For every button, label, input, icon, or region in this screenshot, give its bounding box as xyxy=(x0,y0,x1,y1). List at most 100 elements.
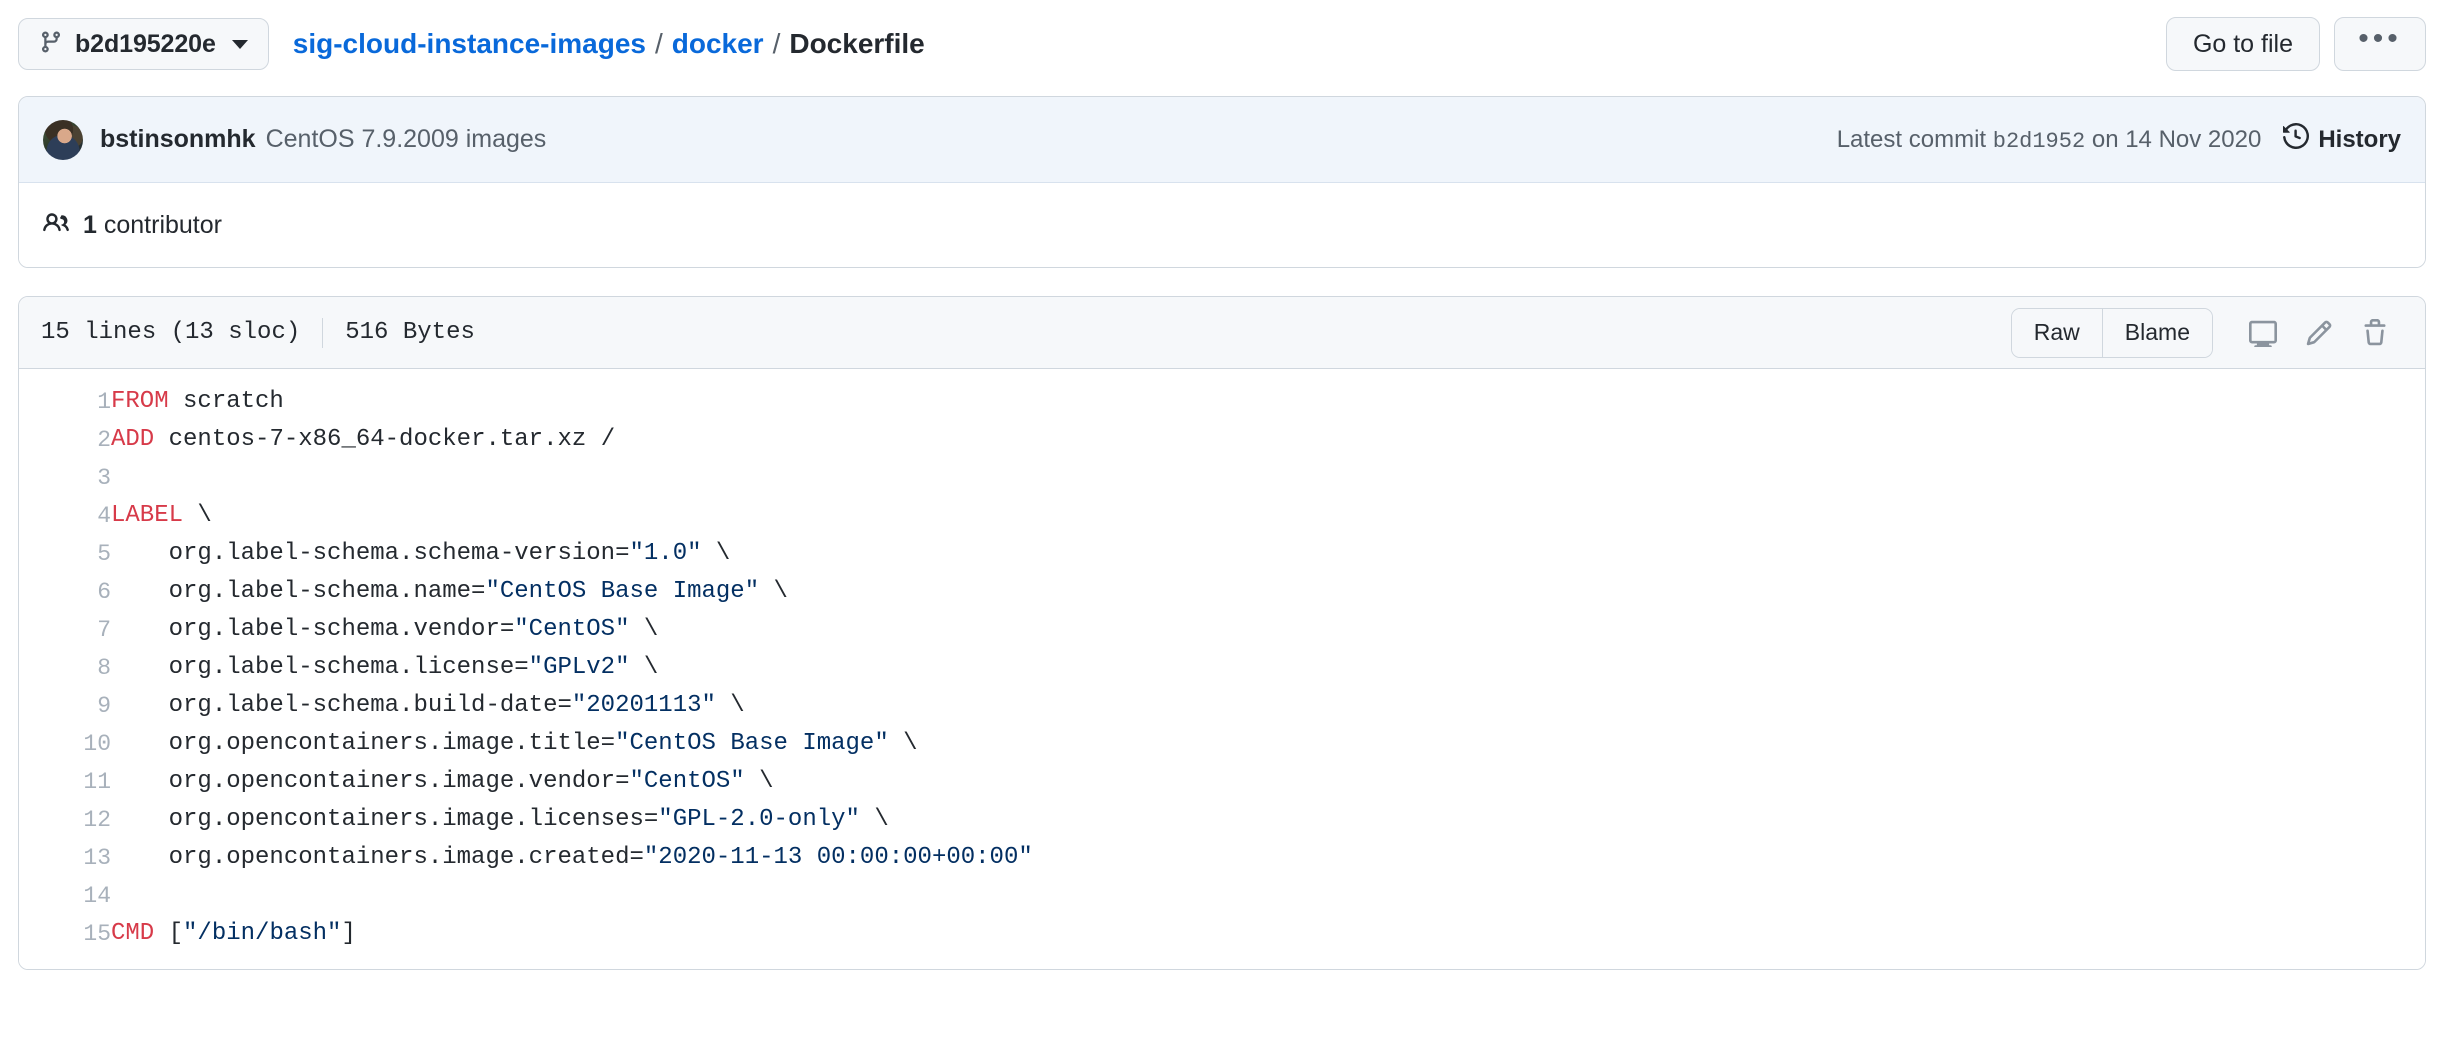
commit-author-link[interactable]: bstinsonmhk xyxy=(100,125,256,154)
code-string: "CentOS" xyxy=(514,616,630,643)
line-content: ADD centos-7-x86_64-docker.tar.xz / xyxy=(111,421,2425,459)
contributors-count-label[interactable]: 1 contributor xyxy=(83,211,222,240)
topbar-actions: Go to file ••• xyxy=(2165,17,2426,71)
commit-date: on 14 Nov 2020 xyxy=(2091,125,2262,153)
history-link[interactable]: History xyxy=(2283,122,2401,156)
code-viewer: 1 FROM scratch 2 ADD centos-7-x86_64-docker… xyxy=(19,369,2425,969)
git-branch-icon xyxy=(39,30,63,59)
code-string: "CentOS" xyxy=(629,768,745,795)
line-number[interactable]: 6 xyxy=(19,573,111,611)
line-number[interactable]: 12 xyxy=(19,801,111,839)
latest-commit-info: Latest commit b2d1952 on 14 Nov 2020 xyxy=(1837,126,2262,154)
line-number[interactable]: 9 xyxy=(19,687,111,725)
branch-selector-label: b2d195220e xyxy=(75,29,216,58)
code-line: 5 org.label-schema.schema-version="1.0" … xyxy=(19,535,2425,573)
line-content: org.label-schema.license="GPLv2" \ xyxy=(111,649,2425,687)
code-line: 4 LABEL \ xyxy=(19,497,2425,535)
line-number[interactable]: 13 xyxy=(19,839,111,877)
line-content: FROM scratch xyxy=(111,383,2425,421)
code-keyword: LABEL xyxy=(111,502,184,529)
code-text: \ xyxy=(715,692,745,719)
line-content: org.label-schema.vendor="CentOS" \ xyxy=(111,611,2425,649)
code-string: "/bin/bash" xyxy=(183,920,342,947)
chevron-down-icon xyxy=(231,39,248,49)
code-table: 1 FROM scratch 2 ADD centos-7-x86_64-docker… xyxy=(19,383,2425,953)
line-number[interactable]: 8 xyxy=(19,649,111,687)
github-file-view: b2d195220e sig-cloud-instance-images / d… xyxy=(0,0,2444,1056)
line-content xyxy=(111,877,2425,915)
more-options-button[interactable]: ••• xyxy=(2334,17,2426,71)
branch-selector-button[interactable]: b2d195220e xyxy=(18,18,269,70)
code-text: \ xyxy=(744,768,774,795)
line-content: org.label-schema.name="CentOS Base Image… xyxy=(111,573,2425,611)
code-text: ] xyxy=(341,920,356,947)
code-text: \ xyxy=(888,730,918,757)
code-string: "GPL-2.0-only" xyxy=(658,806,860,833)
latest-commit-prefix: Latest commit xyxy=(1836,125,1987,153)
breadcrumb-repo-link[interactable]: sig-cloud-instance-images xyxy=(293,28,646,60)
code-text: org.label-schema.license= xyxy=(111,654,529,681)
code-string: "CentOS Base Image" xyxy=(615,730,889,757)
contributor-word: contributor xyxy=(103,210,222,239)
commit-meta-group: Latest commit b2d1952 on 14 Nov 2020 His… xyxy=(1837,122,2401,156)
code-line: 3 xyxy=(19,459,2425,497)
line-number[interactable]: 2 xyxy=(19,421,111,459)
blame-button[interactable]: Blame xyxy=(2101,308,2212,357)
desktop-download-icon[interactable] xyxy=(2235,309,2291,357)
code-text: org.label-schema.schema-version= xyxy=(111,540,630,567)
contributors-row: 1 contributor xyxy=(19,183,2425,267)
code-line: 2 ADD centos-7-x86_64-docker.tar.xz / xyxy=(19,421,2425,459)
line-number[interactable]: 7 xyxy=(19,611,111,649)
pencil-icon[interactable] xyxy=(2291,309,2347,357)
file-actions: Raw Blame xyxy=(2010,307,2403,358)
code-text: org.label-schema.build-date= xyxy=(111,692,572,719)
line-content: org.label-schema.build-date="20201113" \ xyxy=(111,687,2425,725)
line-content: org.opencontainers.image.title="CentOS B… xyxy=(111,725,2425,763)
commit-sha-link[interactable]: b2d1952 xyxy=(1993,129,2085,154)
code-text: \ xyxy=(859,806,889,833)
code-text: org.label-schema.vendor= xyxy=(111,616,515,643)
line-number[interactable]: 1 xyxy=(19,383,111,421)
file-lines-text: 15 lines (13 sloc) xyxy=(41,319,301,346)
line-number[interactable]: 4 xyxy=(19,497,111,535)
breadcrumb-separator-2: / xyxy=(772,28,781,59)
commit-header-row: bstinsonmhk CentOS 7.9.2009 images Lates… xyxy=(19,97,2425,183)
history-clock-icon xyxy=(2283,122,2310,156)
code-lines: 1 FROM scratch 2 ADD centos-7-x86_64-docker… xyxy=(19,383,2425,953)
file-size-text: 516 Bytes xyxy=(345,319,475,346)
code-line: 14 xyxy=(19,877,2425,915)
code-keyword: FROM xyxy=(111,388,169,415)
breadcrumb-folder-link[interactable]: docker xyxy=(672,28,764,60)
code-text: \ xyxy=(701,540,731,567)
code-string: "CentOS Base Image" xyxy=(485,578,760,605)
line-number[interactable]: 11 xyxy=(19,763,111,801)
raw-blame-button-group: Raw Blame xyxy=(2010,307,2213,358)
history-label: History xyxy=(2318,125,2401,153)
line-number[interactable]: 14 xyxy=(19,877,111,915)
line-content: org.opencontainers.image.created="2020-1… xyxy=(111,839,2425,877)
code-line: 8 org.label-schema.license="GPLv2" \ xyxy=(19,649,2425,687)
code-keyword: CMD xyxy=(111,920,155,947)
line-number[interactable]: 15 xyxy=(19,915,111,953)
code-text: \ xyxy=(629,654,659,681)
commit-message-link[interactable]: CentOS 7.9.2009 images xyxy=(266,125,547,154)
raw-button[interactable]: Raw xyxy=(2011,308,2102,357)
line-content: org.opencontainers.image.vendor="CentOS"… xyxy=(111,763,2425,801)
code-text: centos-7-x86_64-docker.tar.xz / xyxy=(154,426,616,453)
line-number[interactable]: 5 xyxy=(19,535,111,573)
breadcrumb-separator-1: / xyxy=(654,28,663,59)
line-number[interactable]: 10 xyxy=(19,725,111,763)
code-keyword: ADD xyxy=(111,426,155,453)
code-text: \ xyxy=(183,502,212,529)
stats-divider xyxy=(322,317,324,348)
file-navigation-bar: b2d195220e sig-cloud-instance-images / d… xyxy=(18,0,2426,88)
code-line: 12 org.opencontainers.image.licenses="GP… xyxy=(19,801,2425,839)
code-text: org.opencontainers.image.licenses= xyxy=(111,806,659,833)
avatar[interactable] xyxy=(43,119,83,160)
code-line: 9 org.label-schema.build-date="20201113"… xyxy=(19,687,2425,725)
trash-icon[interactable] xyxy=(2347,309,2403,357)
go-to-file-button[interactable]: Go to file xyxy=(2165,17,2320,71)
code-text: org.opencontainers.image.created= xyxy=(111,844,644,871)
code-line: 7 org.label-schema.vendor="CentOS" \ xyxy=(19,611,2425,649)
line-number[interactable]: 3 xyxy=(19,459,111,497)
